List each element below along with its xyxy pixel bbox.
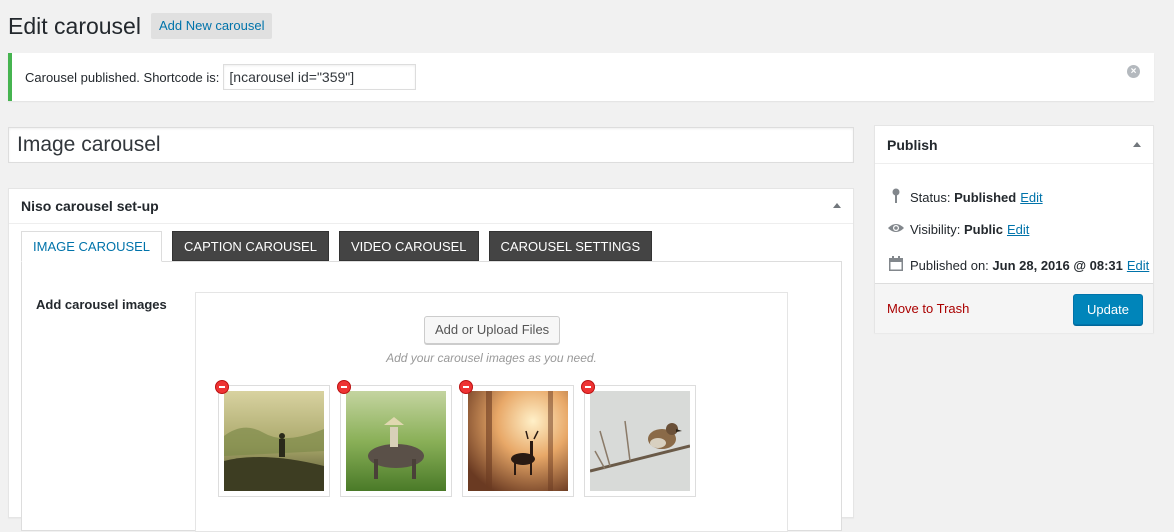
add-or-upload-button[interactable]: Add or Upload Files bbox=[424, 316, 561, 344]
edit-status-link[interactable]: Edit bbox=[1020, 190, 1042, 205]
carousel-tabs: IMAGE CAROUSEL CAPTION CAROUSEL VIDEO CA… bbox=[21, 231, 662, 262]
post-title-input[interactable] bbox=[8, 127, 854, 163]
visibility-value: Public bbox=[963, 222, 1003, 237]
tab-carousel-settings[interactable]: CAROUSEL SETTINGS bbox=[488, 231, 653, 261]
image-thumbnail[interactable] bbox=[581, 380, 696, 497]
add-new-carousel-button[interactable]: Add New carousel bbox=[150, 13, 273, 39]
published-on-row: Published on: Jun 28, 2016 @ 08:31 Edit bbox=[887, 256, 1149, 275]
upload-area: Add or Upload Files Add your carousel im… bbox=[195, 292, 788, 532]
dismiss-notice-icon[interactable]: × bbox=[1127, 65, 1140, 78]
thumbnail-deer-in-forest bbox=[468, 391, 568, 491]
remove-image-icon[interactable] bbox=[459, 380, 473, 394]
image-thumbnail[interactable] bbox=[337, 380, 452, 497]
status-row: Status: Published Edit bbox=[887, 188, 1043, 207]
setup-box-title: Niso carousel set-up bbox=[21, 198, 159, 214]
publish-actions: Move to Trash Update bbox=[875, 283, 1153, 333]
publish-box: Publish Status: Published Edit Visibilit… bbox=[874, 125, 1154, 333]
image-carousel-panel: Add carousel images Add or Upload Files … bbox=[21, 261, 842, 532]
add-images-label: Add carousel images bbox=[36, 297, 167, 312]
published-label: Published on: bbox=[910, 258, 989, 273]
page-title: Edit carousel bbox=[8, 13, 141, 39]
remove-image-icon[interactable] bbox=[581, 380, 595, 394]
pin-icon bbox=[887, 188, 905, 207]
image-thumbnail[interactable] bbox=[215, 380, 330, 497]
tab-image-carousel[interactable]: IMAGE CAROUSEL bbox=[21, 231, 163, 262]
image-thumbnails bbox=[215, 380, 706, 497]
move-to-trash-link[interactable]: Move to Trash bbox=[887, 301, 969, 316]
tab-video-carousel[interactable]: VIDEO CAROUSEL bbox=[338, 231, 479, 261]
setup-box-header[interactable]: Niso carousel set-up bbox=[9, 189, 853, 224]
image-thumbnail[interactable] bbox=[459, 380, 574, 497]
edit-visibility-link[interactable]: Edit bbox=[1007, 222, 1029, 237]
published-value: Jun 28, 2016 @ 08:31 bbox=[992, 258, 1123, 273]
page-heading: Edit carousel Add New carousel bbox=[8, 10, 273, 42]
notice-text: Carousel published. Shortcode is: bbox=[25, 69, 220, 85]
carousel-setup-box: Niso carousel set-up IMAGE CAROUSEL CAPT… bbox=[8, 188, 854, 532]
publish-title: Publish bbox=[887, 136, 938, 153]
success-notice: Carousel published. Shortcode is: × bbox=[8, 53, 1154, 101]
shortcode-field[interactable] bbox=[223, 64, 417, 90]
collapse-arrow-icon[interactable] bbox=[833, 203, 841, 208]
upload-hint: Add your carousel images as you need. bbox=[386, 351, 597, 365]
update-button[interactable]: Update bbox=[1073, 294, 1143, 325]
collapse-arrow-icon[interactable] bbox=[1133, 142, 1141, 147]
thumbnail-person-in-mist bbox=[224, 391, 324, 491]
thumbnail-sparrow-on-branch bbox=[590, 391, 690, 491]
thumbnail-boy-on-buffalo bbox=[346, 391, 446, 491]
visibility-row: Visibility: Public Edit bbox=[887, 222, 1029, 237]
remove-image-icon[interactable] bbox=[215, 380, 229, 394]
calendar-icon bbox=[887, 256, 905, 275]
publish-box-header[interactable]: Publish bbox=[875, 126, 1153, 164]
status-label: Status: bbox=[910, 190, 951, 205]
remove-image-icon[interactable] bbox=[337, 380, 351, 394]
tab-caption-carousel[interactable]: CAPTION CAROUSEL bbox=[172, 231, 329, 261]
status-value: Published bbox=[954, 190, 1017, 205]
edit-date-link[interactable]: Edit bbox=[1127, 258, 1149, 273]
visibility-label: Visibility: bbox=[910, 222, 961, 237]
eye-icon bbox=[887, 222, 905, 237]
